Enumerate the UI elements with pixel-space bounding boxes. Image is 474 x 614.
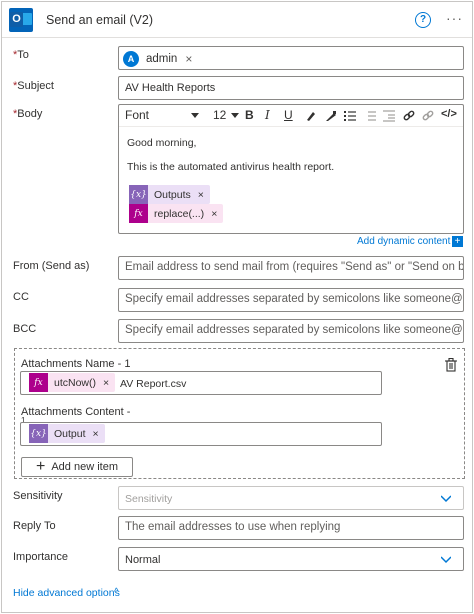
- avatar: A: [123, 50, 139, 67]
- link-icon[interactable]: [403, 110, 415, 122]
- font-caret-icon[interactable]: [191, 113, 199, 118]
- variable-icon: {x}: [129, 185, 148, 204]
- remove-recipient-icon[interactable]: ×: [185, 52, 192, 66]
- unlink-icon[interactable]: [422, 110, 434, 122]
- help-icon[interactable]: ?: [415, 12, 431, 28]
- expression-icon: fx: [29, 373, 48, 392]
- dynamic-token-replace[interactable]: fx replace(...) ×: [129, 204, 224, 223]
- recipient-chip: A admin ×: [123, 50, 192, 67]
- subject-value: AV Health Reports: [125, 82, 216, 94]
- reply-to-placeholder: The email addresses to use when replying: [125, 521, 341, 533]
- add-new-item-label: Add new item: [51, 461, 118, 473]
- importance-label: Importance: [13, 551, 69, 563]
- add-new-item-button[interactable]: + Add new item: [21, 457, 133, 477]
- attachments-content-field[interactable]: {x} Output ×: [20, 422, 382, 446]
- size-caret-icon[interactable]: [231, 113, 239, 118]
- code-view-icon[interactable]: </>: [441, 108, 457, 120]
- body-line: This is the automated antivirus health r…: [127, 161, 335, 173]
- expression-icon: fx: [129, 204, 148, 223]
- token-label: Output: [54, 427, 86, 440]
- add-dynamic-content-link[interactable]: Add dynamic content: [357, 236, 450, 247]
- attachment-name-suffix: AV Report.csv: [120, 378, 187, 390]
- body-line: Good morning,: [127, 137, 197, 149]
- dynamic-token-output[interactable]: {x} Output ×: [29, 424, 105, 443]
- add-dynamic-content-icon[interactable]: +: [452, 236, 463, 247]
- attachments-group: Attachments Name - 1 fx utcNow() × AV Re…: [14, 348, 465, 479]
- remove-token-icon[interactable]: ×: [103, 377, 109, 389]
- sensitivity-select[interactable]: Sensitivity: [118, 486, 464, 510]
- body-label: *Body: [13, 108, 43, 120]
- from-placeholder: Email address to send mail from (require…: [125, 261, 464, 273]
- add-icon: +: [36, 458, 46, 475]
- chevron-down-icon: [441, 556, 451, 564]
- body-editor[interactable]: Font 12 B I U </> Good morning, This is …: [118, 104, 464, 234]
- sensitivity-placeholder: Sensitivity: [125, 493, 173, 505]
- to-field[interactable]: A admin ×: [118, 46, 464, 70]
- cc-label: CC: [13, 291, 29, 303]
- recipient-name: admin: [146, 52, 178, 65]
- font-size-select[interactable]: 12: [213, 108, 226, 122]
- chevron-down-icon: [441, 495, 451, 503]
- bcc-field[interactable]: Specify email addresses separated by sem…: [118, 319, 464, 343]
- attachments-content-label: Attachments Content -: [21, 406, 131, 418]
- remove-token-icon[interactable]: ×: [93, 428, 99, 440]
- bcc-label: BCC: [13, 323, 37, 335]
- send-email-action-card: O Send an email (V2) ? ··· *To A admin ×…: [1, 1, 473, 613]
- token-label: Outputs: [154, 188, 191, 201]
- bcc-placeholder: Specify email addresses separated by sem…: [125, 324, 464, 336]
- cc-field[interactable]: Specify email addresses separated by sem…: [118, 288, 464, 312]
- subject-label: *Subject: [13, 80, 54, 92]
- chevron-up-icon[interactable]: ^: [114, 587, 119, 598]
- more-options-icon[interactable]: ···: [446, 10, 463, 26]
- from-label: From (Send as): [13, 260, 90, 272]
- subject-field[interactable]: AV Health Reports: [118, 76, 464, 100]
- importance-select[interactable]: Normal: [118, 547, 464, 571]
- remove-token-icon[interactable]: ×: [198, 189, 204, 201]
- underline-icon[interactable]: U: [284, 108, 293, 122]
- action-header[interactable]: O Send an email (V2) ? ···: [2, 2, 472, 38]
- editor-toolbar: Font 12 B I U </>: [119, 105, 463, 127]
- bullet-list-icon[interactable]: [344, 110, 356, 122]
- to-label: *To: [13, 49, 29, 61]
- remove-token-icon[interactable]: ×: [211, 208, 217, 220]
- variable-icon: {x}: [29, 424, 48, 443]
- attachments-name-field[interactable]: fx utcNow() × AV Report.csv: [20, 371, 382, 395]
- dynamic-token-outputs[interactable]: {x} Outputs ×: [129, 185, 210, 204]
- reply-to-field[interactable]: The email addresses to use when replying: [118, 516, 464, 540]
- importance-value: Normal: [125, 554, 161, 566]
- font-select[interactable]: Font: [125, 108, 149, 122]
- font-color-icon[interactable]: [325, 110, 337, 122]
- sensitivity-label: Sensitivity: [13, 490, 63, 502]
- reply-to-label: Reply To: [13, 520, 56, 532]
- action-title: Send an email (V2): [46, 13, 154, 27]
- numbered-list-icon[interactable]: [364, 110, 376, 122]
- highlight-icon[interactable]: [305, 110, 317, 122]
- hide-advanced-options-link[interactable]: Hide advanced options: [13, 587, 120, 599]
- decrease-indent-icon[interactable]: [383, 110, 395, 122]
- attachments-name-label: Attachments Name - 1: [21, 358, 131, 370]
- bold-icon[interactable]: B: [245, 108, 254, 122]
- token-label: replace(...): [154, 207, 205, 220]
- from-field[interactable]: Email address to send mail from (require…: [118, 256, 464, 280]
- dynamic-token-utcnow[interactable]: fx utcNow() ×: [29, 373, 116, 392]
- delete-item-icon[interactable]: [445, 358, 457, 372]
- cc-placeholder: Specify email addresses separated by sem…: [125, 293, 464, 305]
- italic-icon[interactable]: I: [265, 108, 270, 122]
- token-label: utcNow(): [54, 376, 97, 389]
- outlook-icon: O: [9, 8, 33, 32]
